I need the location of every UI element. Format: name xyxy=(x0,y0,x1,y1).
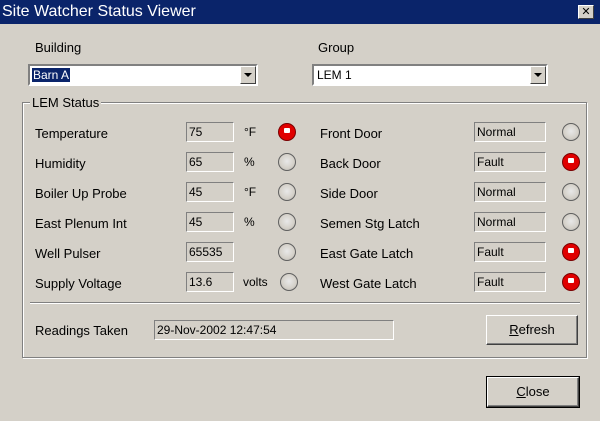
door-label: Semen Stg Latch xyxy=(320,216,420,231)
group-label: Group xyxy=(318,40,355,55)
door-status-field: Fault xyxy=(474,152,546,172)
status-led-icon xyxy=(278,123,296,141)
sensor-label: Humidity xyxy=(35,156,86,171)
sensor-label: Well Pulser xyxy=(35,246,101,261)
window-title: Site Watcher Status Viewer xyxy=(2,3,196,20)
status-led-icon xyxy=(280,273,298,291)
lem-status-legend: LEM Status xyxy=(30,95,102,110)
refresh-button-label: efresh xyxy=(518,322,555,337)
group-separator xyxy=(30,302,580,304)
sensor-label: Supply Voltage xyxy=(35,276,122,291)
building-select[interactable]: Barn A xyxy=(28,64,258,86)
door-status-field: Fault xyxy=(474,242,546,262)
door-label: Front Door xyxy=(320,126,383,141)
building-label: Building xyxy=(35,40,82,55)
sensor-value-field: 75 xyxy=(186,122,234,142)
door-status-field: Fault xyxy=(474,272,546,292)
door-status-field: Normal xyxy=(474,212,546,232)
status-led-icon xyxy=(562,213,580,231)
group-select[interactable]: LEM 1 xyxy=(312,64,548,86)
sensor-unit: % xyxy=(244,215,255,229)
status-led-icon xyxy=(562,273,580,291)
refresh-button-mnemonic: R xyxy=(509,322,519,337)
close-icon[interactable]: ✕ xyxy=(578,5,594,19)
sensor-value-field: 45 xyxy=(186,212,234,232)
sensor-value-field: 45 xyxy=(186,182,234,202)
door-label: West Gate Latch xyxy=(320,276,417,291)
status-led-icon xyxy=(278,183,296,201)
status-led-icon xyxy=(562,153,580,171)
sensor-unit: % xyxy=(244,155,255,169)
refresh-button[interactable]: Refresh xyxy=(486,315,578,345)
group-select-value: LEM 1 xyxy=(317,68,352,82)
sensor-label: Boiler Up Probe xyxy=(35,186,127,201)
status-led-icon xyxy=(278,153,296,171)
close-button-mnemonic: C xyxy=(516,384,526,399)
sensor-label: Temperature xyxy=(35,126,108,141)
chevron-down-icon[interactable] xyxy=(240,66,256,84)
door-status-field: Normal xyxy=(474,122,546,142)
door-status-field: Normal xyxy=(474,182,546,202)
readings-taken-field: 29-Nov-2002 12:47:54 xyxy=(154,320,394,340)
close-button-label: lose xyxy=(525,384,550,399)
door-label: Back Door xyxy=(320,156,381,171)
status-led-icon xyxy=(278,213,296,231)
door-label: Side Door xyxy=(320,186,378,201)
status-led-icon xyxy=(562,183,580,201)
sensor-unit: °F xyxy=(244,125,257,139)
title-bar[interactable]: Site Watcher Status Viewer ✕ xyxy=(0,0,600,24)
chevron-down-icon[interactable] xyxy=(530,66,546,84)
sensor-unit: °F xyxy=(244,185,257,199)
dialog-window: Site Watcher Status Viewer ✕ Building Ba… xyxy=(0,0,600,421)
sensor-label: East Plenum Int xyxy=(35,216,127,231)
sensor-value-field: 13.6 xyxy=(186,272,234,292)
sensor-unit: volts xyxy=(243,275,268,289)
status-led-icon xyxy=(562,243,580,261)
door-label: East Gate Latch xyxy=(320,246,414,261)
readings-taken-label: Readings Taken xyxy=(35,323,128,338)
status-led-icon xyxy=(278,243,296,261)
building-select-value: Barn A xyxy=(32,68,71,82)
status-led-icon xyxy=(562,123,580,141)
close-button[interactable]: Close xyxy=(486,376,580,408)
sensor-value-field: 65 xyxy=(186,152,234,172)
sensor-value-field: 65535 xyxy=(186,242,234,262)
